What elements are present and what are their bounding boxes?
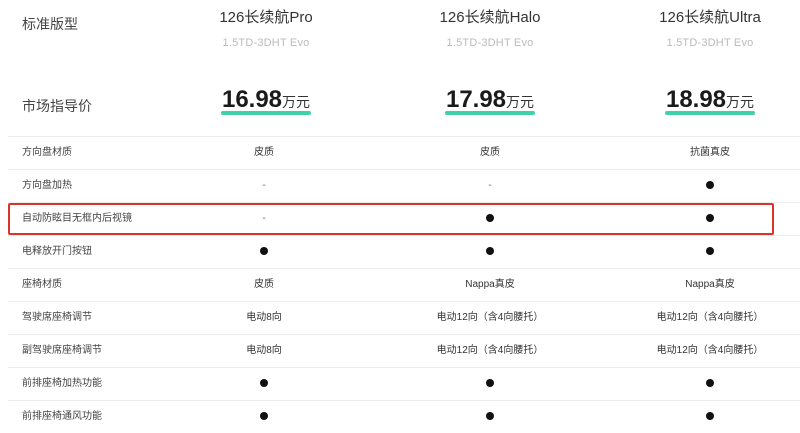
engine-spec: 1.5TD-3DHT Evo bbox=[446, 37, 534, 49]
row-label: 电释放开门按钮 bbox=[22, 246, 92, 257]
table-row: 副驾驶席座椅调节 电动8向 电动12向（含4向腰托） 电动12向（含4向腰托） bbox=[8, 334, 800, 367]
standard-dot-icon bbox=[486, 412, 494, 421]
standard-dot-icon bbox=[260, 247, 268, 256]
standard-dot-icon bbox=[260, 379, 268, 388]
row-label: 前排座椅通风功能 bbox=[22, 411, 102, 422]
feature-standard-dot bbox=[600, 368, 800, 400]
row-label: 驾驶席座椅调节 bbox=[22, 312, 92, 323]
standard-dot-icon bbox=[706, 379, 714, 388]
model-name: 126长续航Halo bbox=[439, 9, 541, 26]
feature-value: 电动8向 bbox=[246, 312, 282, 323]
price-unit: 万元 bbox=[726, 94, 755, 110]
table-row: 方向盘材质 皮质 皮质 抗菌真皮 bbox=[8, 136, 800, 169]
standard-dot-icon bbox=[486, 379, 494, 388]
feature-value: 电动12向（含4向腰托） bbox=[436, 312, 544, 323]
row-label: 方向盘加热 bbox=[22, 180, 72, 191]
price-unit: 万元 bbox=[506, 94, 535, 110]
model-price: 18.98万元 bbox=[664, 86, 756, 116]
engine-spec: 1.5TD-3DHT Evo bbox=[222, 37, 310, 49]
feature-standard-dot bbox=[600, 236, 800, 268]
standard-dot-icon bbox=[706, 181, 714, 190]
price-unit: 万元 bbox=[282, 94, 311, 110]
standard-dot-icon bbox=[706, 247, 714, 256]
feature-standard-dot bbox=[600, 170, 800, 202]
table-row: 方向盘加热 - - bbox=[8, 169, 800, 202]
table-row: 前排座椅通风功能 bbox=[8, 400, 800, 433]
standard-dot-icon bbox=[706, 412, 714, 421]
table-row: 电释放开门按钮 bbox=[8, 235, 800, 268]
feature-standard-dot bbox=[380, 401, 600, 433]
feature-standard-dot bbox=[154, 401, 374, 433]
feature-value: 电动8向 bbox=[246, 345, 282, 356]
model-name: 126长续航Ultra bbox=[659, 9, 761, 26]
feature-standard-dot bbox=[154, 368, 374, 400]
price-label: 市场指导价 bbox=[22, 98, 92, 114]
engine-spec: 1.5TD-3DHT Evo bbox=[666, 37, 754, 49]
row-label: 副驾驶席座椅调节 bbox=[22, 345, 102, 356]
highlight-box bbox=[8, 203, 774, 235]
price-value: 18.98 bbox=[665, 86, 727, 113]
standard-dot-icon bbox=[260, 412, 268, 421]
standard-version-label: 标准版型 bbox=[22, 16, 78, 32]
price-value: 17.98 bbox=[445, 86, 507, 113]
comparison-header: 标准版型 市场指导价 126长续航Pro 1.5TD-3DHT Evo 16.9… bbox=[0, 0, 800, 136]
feature-value: 皮质 bbox=[254, 147, 274, 158]
feature-value: 电动12向（含4向腰托） bbox=[656, 345, 764, 356]
feature-standard-dot bbox=[154, 236, 374, 268]
feature-standard-dot bbox=[380, 368, 600, 400]
row-label: 方向盘材质 bbox=[22, 147, 72, 158]
price-value: 16.98 bbox=[221, 86, 283, 113]
feature-value: 皮质 bbox=[480, 147, 500, 158]
feature-value: 电动12向（含4向腰托） bbox=[436, 345, 544, 356]
standard-dot-icon bbox=[486, 247, 494, 256]
model-name: 126长续航Pro bbox=[219, 9, 313, 26]
feature-value: Nappa真皮 bbox=[685, 279, 735, 290]
feature-value: 电动12向（含4向腰托） bbox=[656, 312, 764, 323]
feature-unavailable: - bbox=[488, 180, 492, 191]
row-label: 前排座椅加热功能 bbox=[22, 378, 102, 389]
feature-standard-dot bbox=[600, 401, 800, 433]
feature-standard-dot bbox=[380, 236, 600, 268]
model-price: 16.98万元 bbox=[220, 86, 312, 116]
table-row: 驾驶席座椅调节 电动8向 电动12向（含4向腰托） 电动12向（含4向腰托） bbox=[8, 301, 800, 334]
table-row: 座椅材质 皮质 Nappa真皮 Nappa真皮 bbox=[8, 268, 800, 301]
feature-value: 抗菌真皮 bbox=[690, 147, 730, 158]
model-price: 17.98万元 bbox=[444, 86, 536, 116]
table-row: 前排座椅加热功能 bbox=[8, 367, 800, 400]
row-label: 座椅材质 bbox=[22, 279, 62, 290]
feature-unavailable: - bbox=[262, 180, 266, 191]
feature-value: Nappa真皮 bbox=[465, 279, 515, 290]
feature-value: 皮质 bbox=[254, 279, 274, 290]
spec-table: 方向盘材质 皮质 皮质 抗菌真皮 方向盘加热 - - 自动防眩目无框内后视镜 - 电释放开门按钮座… bbox=[8, 136, 800, 433]
